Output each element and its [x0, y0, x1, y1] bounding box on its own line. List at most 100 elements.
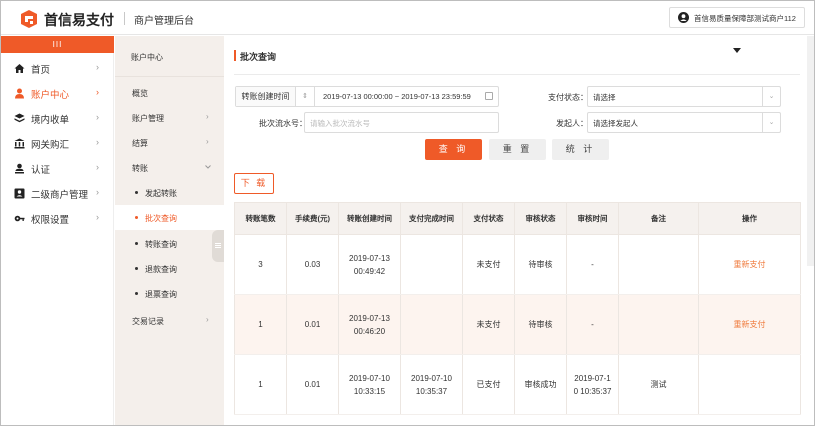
statistics-button[interactable]: 统 计: [552, 139, 609, 160]
chevron-right-icon: ›: [206, 315, 209, 324]
submenu-item-account-management[interactable]: 账户管理 ›: [115, 105, 224, 130]
audit-time-cell: -: [566, 294, 619, 355]
initiator-value: 请选择发起人: [593, 119, 638, 128]
table-header: 转账笔数 手续费(元) 转账创建时间 支付完成时间 支付状态 审核状态 审核时间…: [234, 202, 801, 235]
sidebar-item-home[interactable]: 首页 ›: [1, 58, 114, 78]
date-type-label[interactable]: 转账创建时间: [236, 87, 296, 106]
submenu-item-overview[interactable]: 概览: [115, 80, 224, 105]
brand-name: 首信易支付: [44, 12, 114, 28]
bullet-icon: [135, 267, 138, 270]
sidebar: III 首页 › 账户中心 › 境内收单 › 网关购汇 › 认证 › 二级商户管…: [1, 36, 114, 425]
chevron-right-icon: ›: [96, 62, 99, 72]
browser-frame: 首信易支付 商户管理后台 首信易质量保障部测试商户112 III 首页 › 账户…: [0, 0, 815, 426]
chevron-down-icon: ⌄: [762, 113, 780, 132]
count-cell: 3: [234, 234, 287, 295]
chevron-right-icon: ›: [96, 212, 99, 222]
query-button[interactable]: 查 询: [425, 139, 482, 160]
sidebar-item-account-center[interactable]: 账户中心 ›: [1, 83, 114, 103]
user-icon: [15, 88, 24, 99]
bullet-icon: [135, 216, 138, 219]
column-header: 支付状态: [462, 202, 515, 235]
download-button[interactable]: 下 载: [234, 173, 274, 194]
audit-time-cell: -: [566, 234, 619, 295]
sidebar-item-gateway-fx[interactable]: 网关购汇 ›: [1, 133, 114, 153]
fee-cell: 0.03: [286, 234, 339, 295]
sidebar-item-permissions[interactable]: 权限设置 ›: [1, 208, 114, 228]
column-header: 备注: [618, 202, 699, 235]
column-header: 手续费(元): [286, 202, 339, 235]
sidebar-item-label: 账户中心: [31, 90, 70, 101]
created-date: 2019-07-13: [349, 313, 390, 323]
submenu-item-transaction-records[interactable]: 交易记录 ›: [115, 308, 224, 333]
repay-link[interactable]: 重新支付: [698, 234, 801, 295]
audit-time-line2: 0 10:35:37: [573, 386, 612, 396]
created-date: 2019-07-10: [349, 373, 390, 383]
page-title: 批次查询: [240, 52, 277, 62]
submenu-sub-initiate-transfer[interactable]: 发起转账: [115, 180, 224, 205]
column-header: 审核时间: [566, 202, 619, 235]
fee-cell: 0.01: [286, 354, 339, 415]
created-cell: 2019-07-13 00:46:20: [338, 294, 401, 355]
date-range-picker[interactable]: 转账创建时间 ⇕ 2019-07-13 00:00:00 ~ 2019-07-1…: [235, 86, 499, 107]
chevron-right-icon: ›: [96, 137, 99, 147]
submenu-sub-refund-query[interactable]: 退款查询: [115, 256, 224, 281]
submenu-item-label: 交易记录: [132, 317, 164, 326]
sidebar-item-label: 认证: [31, 165, 51, 176]
sidebar-item-label: 境内收单: [31, 115, 70, 126]
submenu-resize-handle[interactable]: [212, 230, 224, 262]
audit-time-line1: -: [591, 260, 594, 269]
id-icon: [15, 163, 24, 174]
audit-status-cell: 待审核: [514, 234, 567, 295]
top-bar: 首信易支付 商户管理后台 首信易质量保障部测试商户112: [1, 1, 814, 35]
submenu-item-settlement[interactable]: 结算 ›: [115, 130, 224, 155]
date-range-value: 2019-07-13 00:00:00 ~ 2019-07-13 23:59:5…: [323, 92, 471, 101]
submenu-item-transfer[interactable]: 转账: [115, 155, 224, 180]
action-cell: [698, 354, 801, 415]
sidebar-item-label: 网关购汇: [31, 140, 70, 151]
submenu-panel: 账户中心 概览 账户管理 › 结算 › 转账 发起转账 批次查询 转账查询 退款…: [115, 36, 224, 425]
caret-down-icon[interactable]: [733, 48, 741, 53]
remark-cell: [618, 234, 699, 295]
submenu-sub-label: 退款查询: [145, 265, 177, 274]
user-menu[interactable]: 首信易质量保障部测试商户112: [669, 7, 805, 28]
chevron-right-icon: ›: [96, 112, 99, 122]
audit-status-cell: 审核成功: [514, 354, 567, 415]
created-date: 2019-07-13: [349, 253, 390, 263]
submenu-sub-label: 退票查询: [145, 290, 177, 299]
submenu-item-label: 结算: [132, 139, 148, 148]
sidebar-item-sub-merchant[interactable]: 二级商户管理 ›: [1, 183, 114, 203]
pay-status-cell: 已支付: [462, 354, 515, 415]
batch-number-placeholder: 请输入批次流水号: [310, 119, 370, 128]
pay-status-select[interactable]: 请选择 ⌄: [587, 86, 781, 107]
user-circle-icon: [678, 12, 689, 23]
submenu-item-label: 转账: [132, 164, 148, 173]
fee-cell: 0.01: [286, 294, 339, 355]
audit-time-line1: 2019-07-1: [574, 373, 611, 383]
submenu-sub-label: 批次查询: [145, 214, 177, 223]
key-icon: [14, 215, 25, 222]
column-header: 转账创建时间: [338, 202, 401, 235]
sidebar-item-domestic-acquiring[interactable]: 境内收单 ›: [1, 108, 114, 128]
column-header: 审核状态: [514, 202, 567, 235]
batch-number-input[interactable]: 请输入批次流水号: [304, 112, 499, 133]
page-scrollbar[interactable]: [807, 36, 814, 266]
batch-number-label: 批次流水号：: [259, 119, 307, 128]
title-accent: [234, 50, 236, 61]
initiator-label: 发起人：: [556, 119, 588, 128]
reset-button[interactable]: 重 置: [489, 139, 546, 160]
sidebar-item-verification[interactable]: 认证 ›: [1, 158, 114, 178]
repay-link[interactable]: 重新支付: [698, 294, 801, 355]
submenu-sub-transfer-query[interactable]: 转账查询: [115, 231, 224, 256]
calendar-icon: [485, 92, 493, 100]
submenu-item-label: 概览: [132, 89, 148, 98]
submenu-sub-batch-query[interactable]: 批次查询: [115, 205, 224, 230]
chevron-right-icon: ›: [206, 112, 209, 121]
sidebar-collapse-button[interactable]: III: [1, 36, 114, 53]
initiator-select[interactable]: 请选择发起人 ⌄: [587, 112, 781, 133]
sort-toggle-icon[interactable]: ⇕: [296, 87, 315, 106]
pay-status-cell: 未支付: [462, 234, 515, 295]
submenu-title: 账户中心: [131, 53, 163, 62]
submenu-sub-bounce-query[interactable]: 退票查询: [115, 281, 224, 306]
home-icon: [14, 64, 25, 73]
chevron-right-icon: ›: [96, 162, 99, 172]
